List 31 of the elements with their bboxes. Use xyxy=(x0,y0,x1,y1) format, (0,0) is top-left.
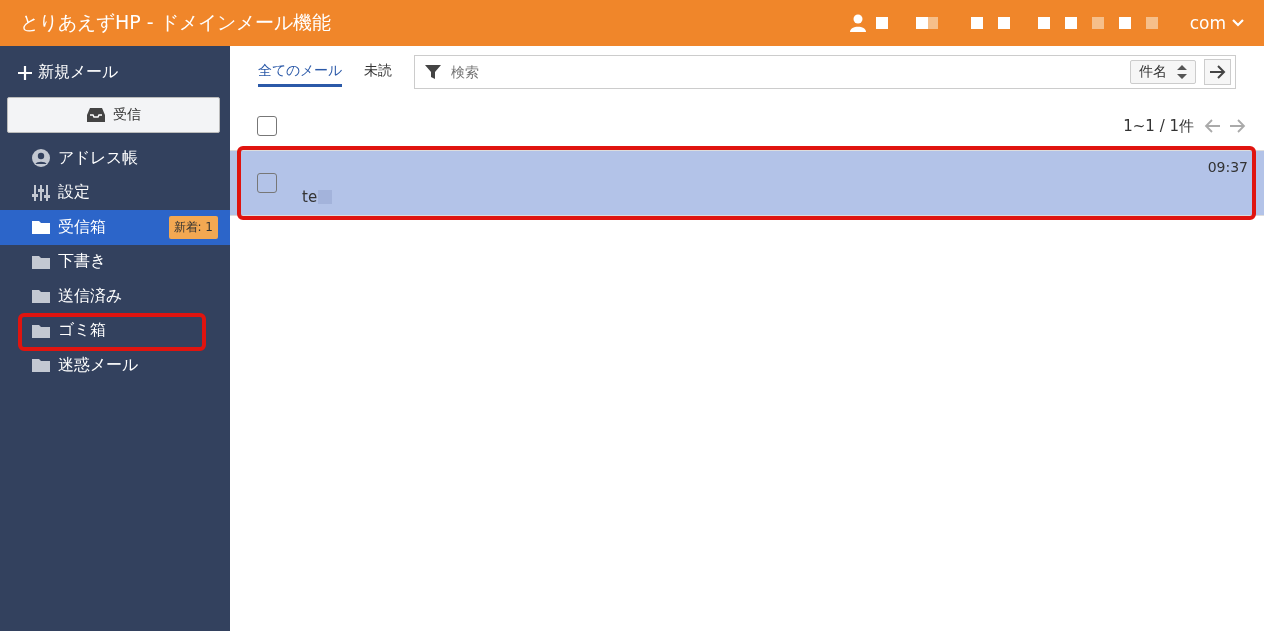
sidebar-item[interactable]: 迷惑メール xyxy=(0,348,230,383)
user-icon xyxy=(849,14,868,32)
message-checkbox[interactable] xyxy=(257,173,277,193)
filter-tab[interactable]: 未読 xyxy=(364,57,392,87)
folder-icon xyxy=(32,358,50,373)
filter-tab[interactable]: 全てのメール xyxy=(258,57,342,87)
inbox-tray-icon xyxy=(86,108,105,122)
plus-icon xyxy=(18,65,32,80)
page-count: 1~1 / 1件 xyxy=(1123,116,1194,136)
arrow-right-icon[interactable] xyxy=(1230,119,1246,133)
sliders-icon xyxy=(32,183,50,202)
sidebar-item[interactable]: 下書き xyxy=(0,244,230,279)
sidebar-item[interactable]: 送信済み xyxy=(0,279,230,314)
message-time: 09:37 xyxy=(1207,158,1249,177)
folder-icon xyxy=(32,323,50,338)
sidebar-item[interactable]: 受信箱 新着: 1 xyxy=(0,210,230,245)
chevron-down-icon[interactable] xyxy=(1232,19,1244,27)
sidebar-item[interactable]: ゴミ箱 xyxy=(0,313,230,348)
sidebar-item[interactable]: 設定 xyxy=(0,175,230,210)
person-circle-icon xyxy=(32,149,50,168)
app-title: とりあえずHP - ドメインメール機能 xyxy=(20,10,331,35)
folder-icon xyxy=(32,289,50,304)
compose-button[interactable]: 新規メール xyxy=(0,46,230,97)
sidebar-item[interactable]: アドレス帳 xyxy=(0,141,230,176)
folder-icon xyxy=(32,254,50,269)
new-count-badge: 新着: 1 xyxy=(168,215,218,239)
select-all-checkbox[interactable] xyxy=(257,116,277,136)
receive-button[interactable]: 受信 xyxy=(7,97,220,133)
folder-icon xyxy=(32,220,50,235)
arrow-left-icon[interactable] xyxy=(1204,119,1220,133)
message-subject: te xyxy=(302,188,318,206)
